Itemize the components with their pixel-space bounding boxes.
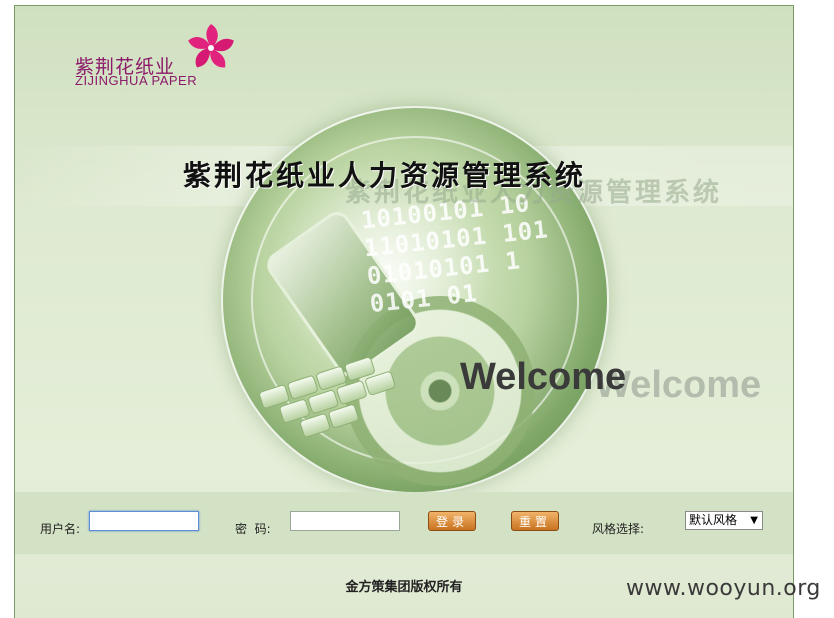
style-select-value: 默认风格 (689, 513, 738, 527)
login-page-frame: 紫荆花纸业 ZIJINGHUA PAPER 10100101 10 110101… (14, 5, 794, 618)
username-input[interactable] (89, 511, 199, 531)
password-input[interactable] (290, 511, 400, 531)
login-button[interactable]: 登录 (428, 511, 476, 531)
welcome-text: Welcome (460, 356, 627, 398)
flower-logo-icon (188, 24, 234, 68)
dropdown-arrow-icon[interactable]: ▼ (750, 512, 758, 529)
system-title: 紫荆花纸业人力资源管理系统 (183, 159, 587, 192)
style-select-label: 风格选择: (592, 522, 645, 536)
style-select[interactable]: 默认风格 ▼ (685, 511, 763, 530)
reset-button[interactable]: 重置 (511, 511, 559, 531)
login-form: 用户名: 密 码: 登录 重置 风格选择: 默认风格 ▼ (15, 492, 793, 554)
password-label: 密 码: (235, 522, 271, 536)
watermark-text: www.wooyun.org (626, 576, 821, 601)
username-label: 用户名: (40, 522, 81, 536)
logo-english-text: ZIJINGHUA PAPER (75, 73, 198, 88)
